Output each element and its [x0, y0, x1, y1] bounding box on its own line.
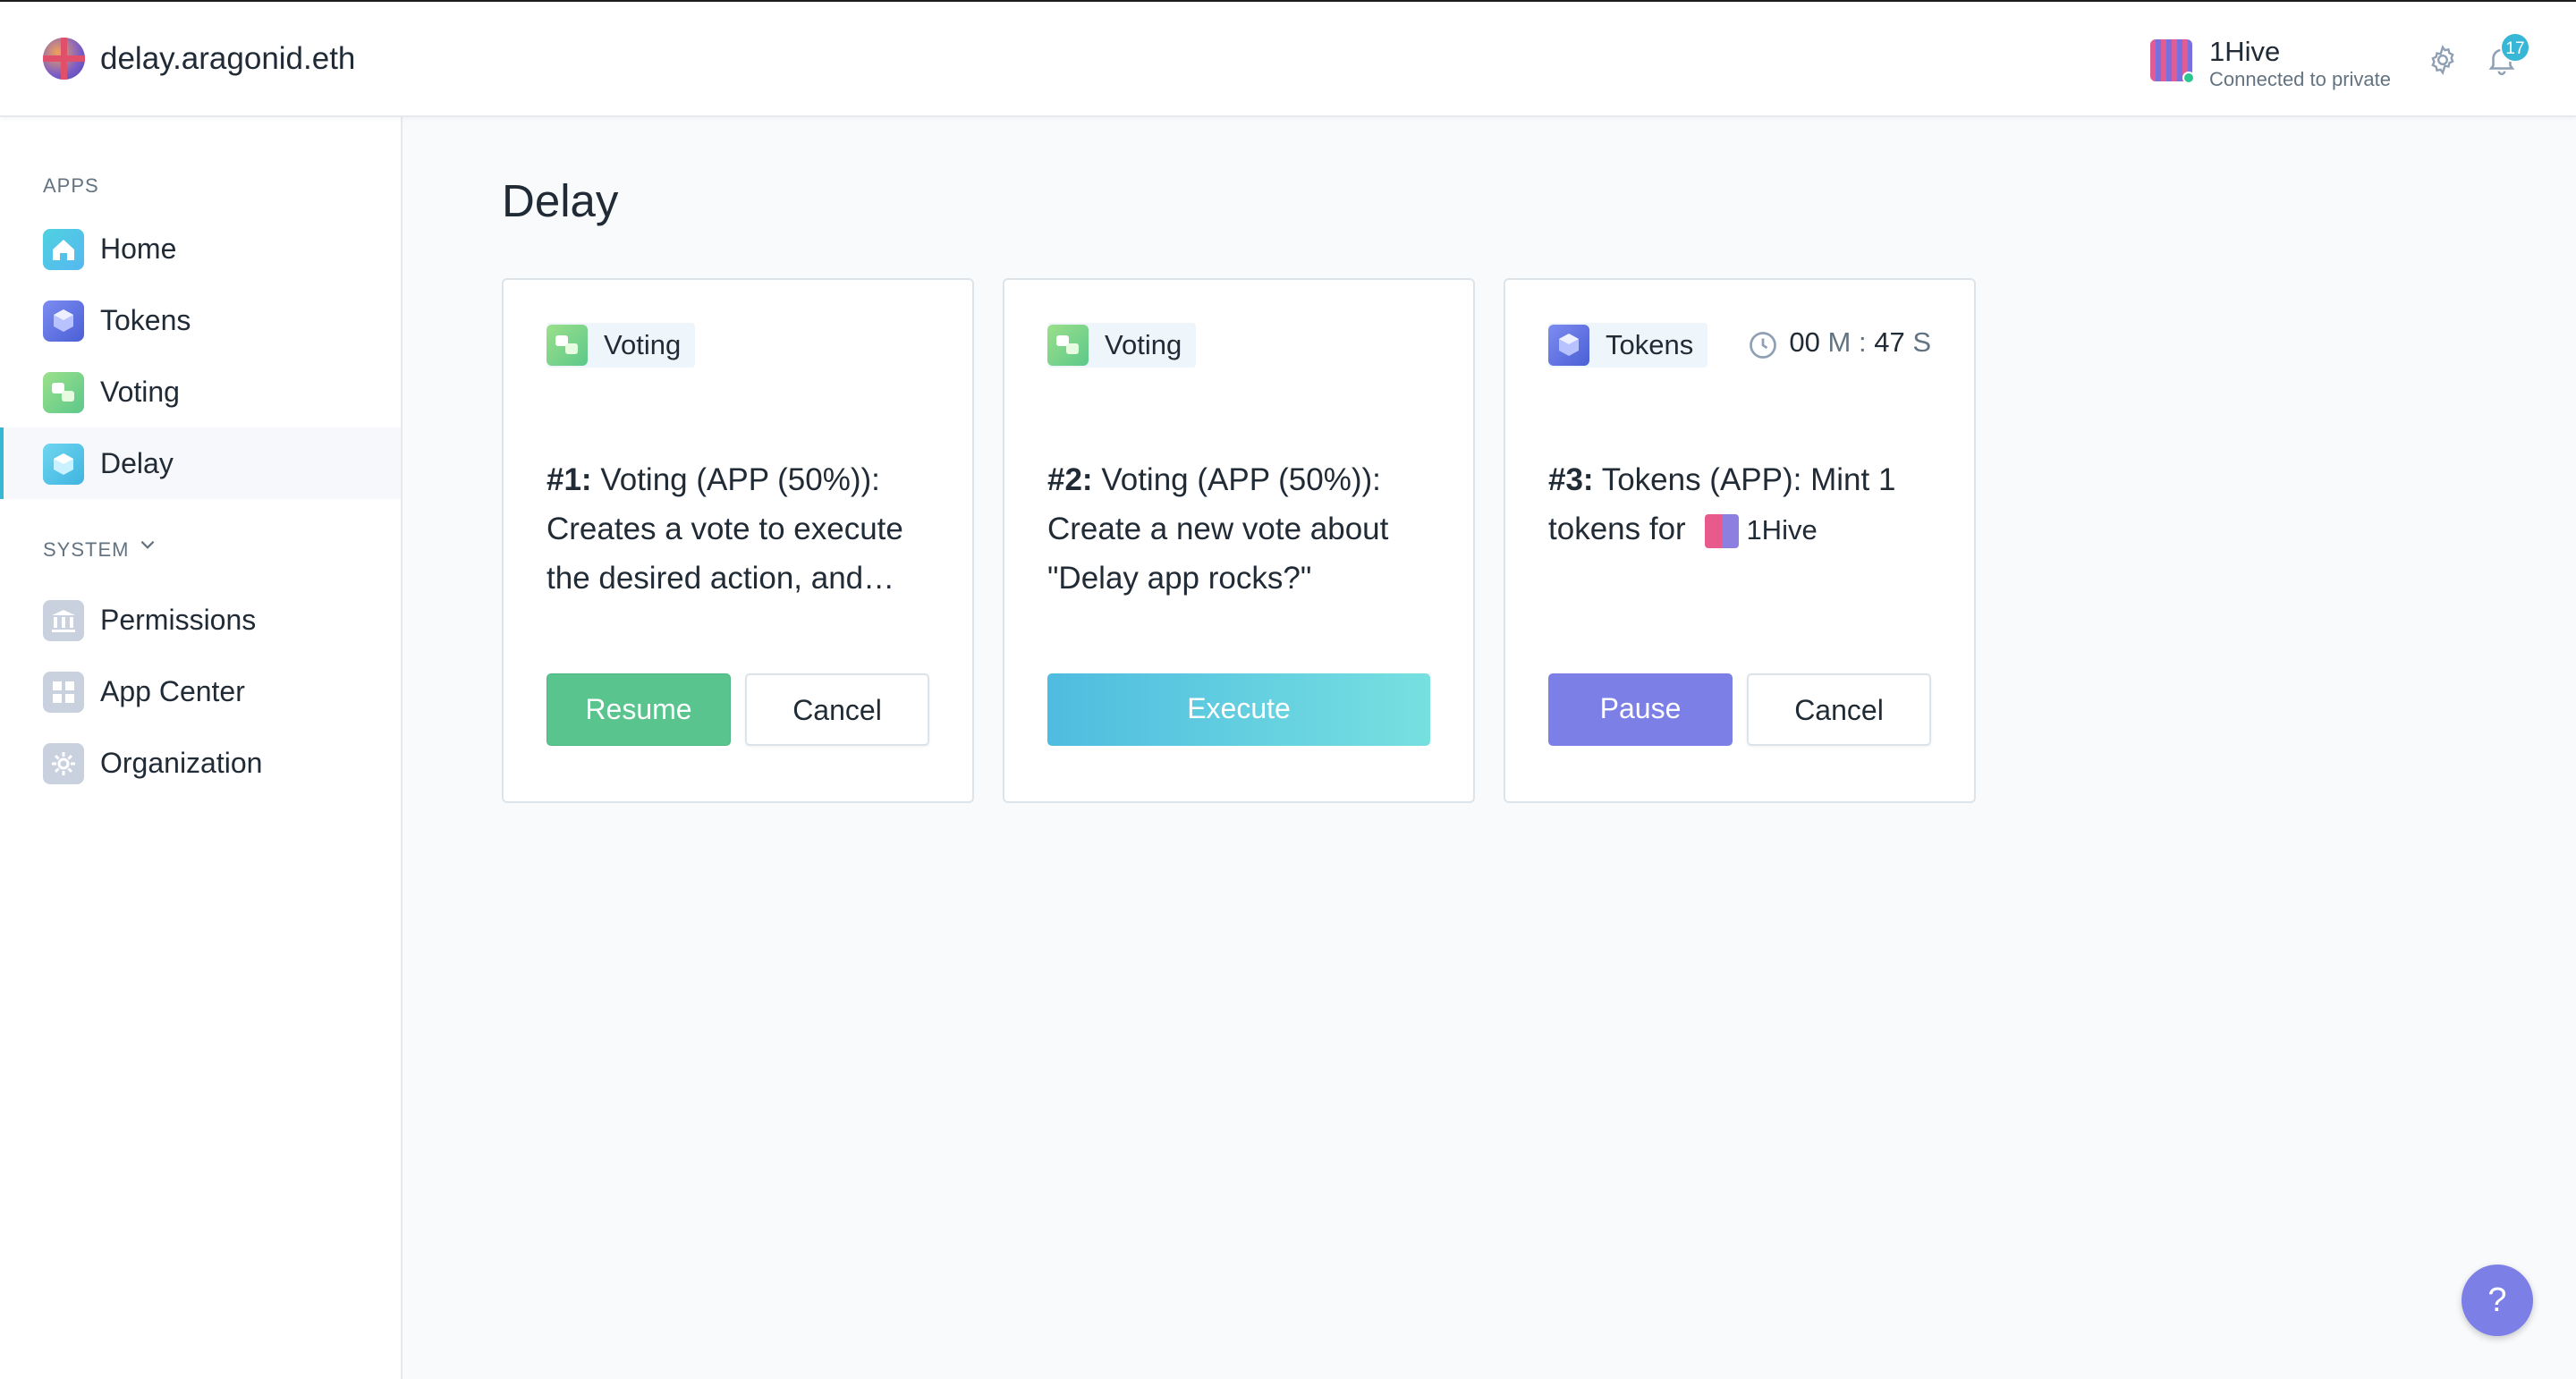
sidebar-item-permissions[interactable]: Permissions	[0, 584, 401, 656]
account-menu[interactable]: 1Hive Connected to private	[2150, 36, 2392, 90]
timer-separator: :	[1858, 326, 1867, 358]
script-description: #2: Voting (APP (50%)): Create a new vot…	[1047, 455, 1441, 603]
account-avatar	[2150, 39, 2195, 84]
clock-icon	[1750, 332, 1776, 359]
sidebar-item-label: Organization	[100, 747, 263, 779]
script-number: #3:	[1548, 462, 1594, 497]
online-status-dot	[2182, 72, 2195, 84]
timer-seconds-unit: S	[1912, 326, 1931, 358]
chevron-down-icon[interactable]	[138, 535, 157, 560]
cancel-button[interactable]: Cancel	[745, 673, 929, 746]
script-description: #3: Tokens (APP): Mint 1 tokens for 1Hiv…	[1548, 455, 1942, 554]
app-badge-label: Voting	[1105, 329, 1182, 360]
organization-name[interactable]: delay.aragonid.eth	[100, 41, 355, 77]
timer-minutes: 00	[1789, 326, 1820, 358]
sidebar-item-label: Delay	[100, 447, 174, 479]
tokens-icon	[1548, 325, 1589, 366]
account-status: Connected to private	[2209, 68, 2392, 90]
recipient-avatar	[1705, 513, 1740, 548]
resume-button[interactable]: Resume	[547, 673, 731, 746]
sidebar-item-label: Home	[100, 233, 177, 265]
sidebar-item-label: Permissions	[100, 604, 257, 636]
sidebar: APPS Home Tokens Voting Delay SYSTEM Per…	[0, 117, 402, 1379]
voting-icon	[547, 325, 588, 366]
sidebar-item-app-center[interactable]: App Center	[0, 656, 401, 727]
delay-card: Tokens 00 M : 47 S #3: Tokens (APP): Min…	[1504, 278, 1976, 803]
delay-card: Voting #1: Voting (APP (50%)): Creates a…	[502, 278, 974, 803]
app-badge-label: Tokens	[1606, 329, 1694, 360]
app-badge[interactable]: Voting	[1047, 323, 1197, 368]
voting-icon	[1047, 325, 1089, 366]
app-badge[interactable]: Tokens	[1548, 323, 1708, 368]
sidebar-item-voting[interactable]: Voting	[0, 356, 401, 427]
app-badge[interactable]: Voting	[547, 323, 696, 368]
pause-button[interactable]: Pause	[1548, 673, 1733, 746]
countdown-timer: 00 M : 47 S	[1789, 326, 1931, 359]
account-name: 1Hive	[2209, 36, 2281, 67]
system-section-label[interactable]: SYSTEM	[43, 538, 129, 562]
app-center-icon	[43, 672, 84, 713]
script-number: #2:	[1047, 462, 1093, 497]
script-number: #1:	[547, 462, 592, 497]
timer-minutes-unit: M	[1827, 326, 1852, 358]
delay-card: Voting #2: Voting (APP (50%)): Create a …	[1003, 278, 1475, 803]
sidebar-item-label: App Center	[100, 675, 245, 707]
sidebar-item-organization[interactable]: Organization	[0, 727, 401, 799]
tokens-icon	[43, 300, 84, 342]
sidebar-item-tokens[interactable]: Tokens	[0, 284, 401, 356]
page-title: Delay	[502, 175, 619, 226]
top-bar: delay.aragonid.eth 1Hive Connected to pr…	[0, 0, 2576, 117]
sidebar-item-label: Tokens	[100, 304, 191, 336]
script-text: Voting (APP (50%)): Creates a vote to ex…	[547, 462, 903, 596]
execute-button[interactable]: Execute	[1047, 673, 1430, 746]
organization-icon	[43, 743, 84, 784]
home-icon	[43, 229, 84, 270]
script-description: #1: Voting (APP (50%)): Creates a vote t…	[547, 455, 940, 603]
help-button[interactable]: ?	[2462, 1265, 2533, 1336]
recipient-name[interactable]: 1Hive	[1746, 514, 1817, 546]
delay-icon	[43, 444, 84, 485]
sidebar-item-label: Voting	[100, 376, 180, 408]
apps-section-label: APPS	[43, 174, 99, 197]
script-text: Voting (APP (50%)): Create a new vote ab…	[1047, 462, 1389, 596]
sidebar-item-delay[interactable]: Delay	[0, 427, 401, 499]
timer-seconds: 47	[1874, 326, 1905, 358]
notification-badge: 17	[2500, 32, 2530, 63]
gear-icon[interactable]	[2427, 44, 2459, 76]
organization-logo[interactable]	[43, 38, 85, 80]
app-badge-label: Voting	[604, 329, 682, 360]
permissions-icon	[43, 600, 84, 641]
voting-icon	[43, 372, 84, 413]
cancel-button[interactable]: Cancel	[1747, 673, 1931, 746]
sidebar-item-home[interactable]: Home	[0, 213, 401, 284]
